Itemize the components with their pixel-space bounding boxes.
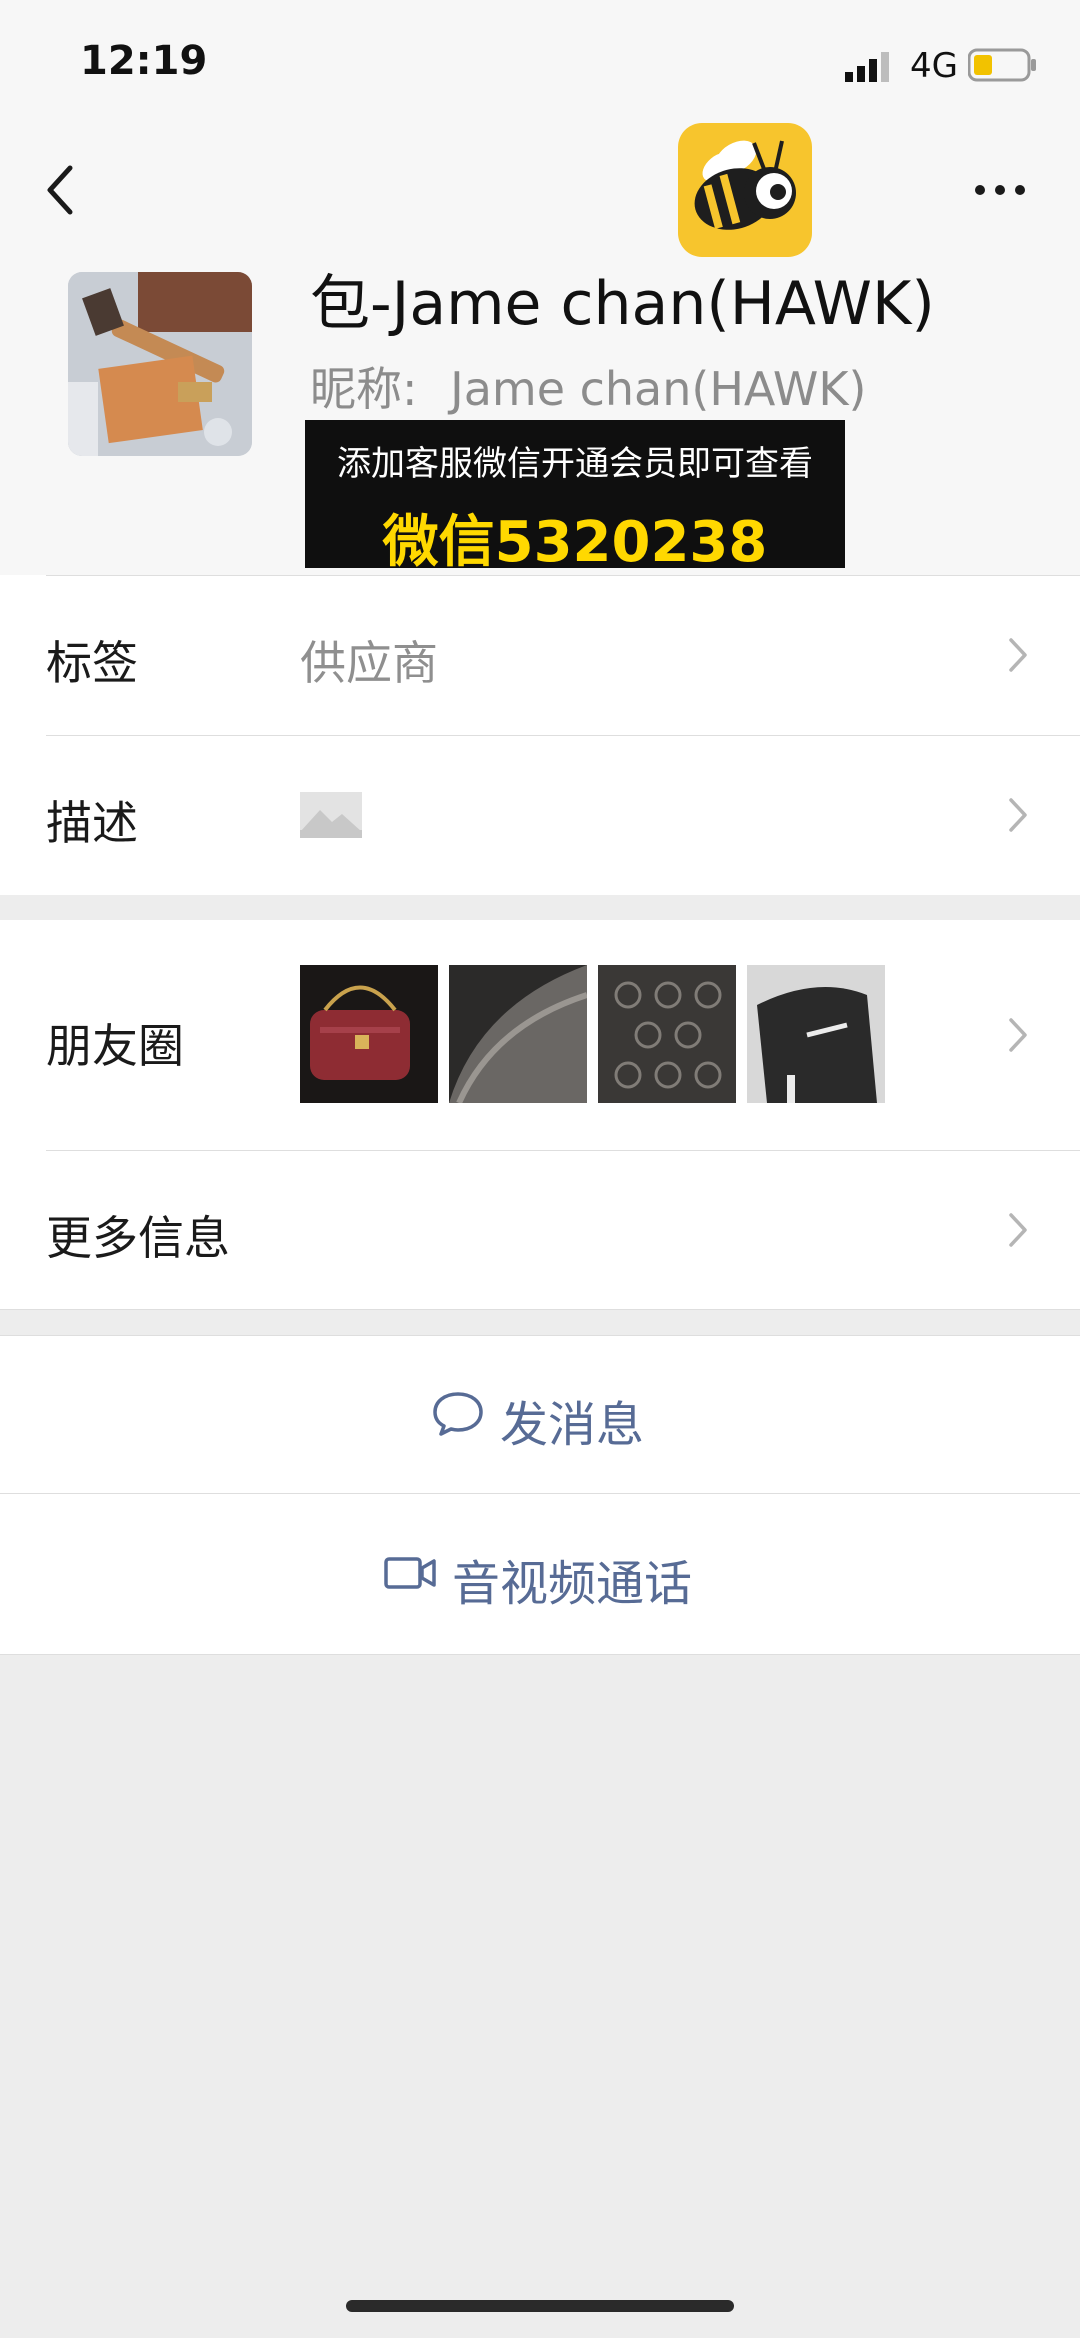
av-call-button[interactable]: 音视频通话 — [0, 1494, 1080, 1654]
tags-value: 供应商 — [300, 636, 438, 690]
battery-icon — [968, 48, 1036, 82]
moments-thumb-4 — [747, 965, 885, 1103]
chevron-right-icon — [1009, 1018, 1027, 1052]
chat-bubble-icon — [433, 1392, 483, 1436]
signal-icon — [845, 52, 889, 82]
nickname-label: 昵称: — [310, 362, 418, 416]
network-type: 4G — [910, 46, 958, 86]
chevron-right-icon — [1009, 638, 1027, 672]
more-icon[interactable] — [972, 180, 1028, 200]
status-time: 12:19 — [80, 38, 208, 84]
tags-label: 标签 — [46, 636, 138, 690]
nickname-line: 昵称: Jame chan(HAWK) — [310, 353, 866, 419]
av-call-label: 音视频通话 — [452, 1556, 693, 1612]
info-card-1: 标签 供应商 描述 — [0, 575, 1080, 895]
home-indicator[interactable] — [346, 2300, 734, 2312]
row-moments[interactable]: 朋友圈 — [0, 920, 1080, 1150]
chevron-right-icon — [1009, 1213, 1027, 1247]
nickname-value: Jame chan(HAWK) — [450, 362, 867, 416]
send-message-label: 发消息 — [500, 1397, 645, 1453]
send-message-button[interactable]: 发消息 — [0, 1335, 1080, 1493]
moments-thumb-1 — [300, 965, 438, 1103]
moments-thumb-3 — [598, 965, 736, 1103]
info-card-2: 朋友圈 更多信息 — [0, 920, 1080, 1310]
video-camera-icon — [384, 1557, 436, 1589]
description-label: 描述 — [46, 796, 138, 850]
image-placeholder-icon — [300, 792, 362, 838]
moments-thumb-2 — [449, 965, 587, 1103]
promo-line1: 添加客服微信开通会员即可查看 — [337, 444, 813, 484]
more-info-label: 更多信息 — [46, 1211, 230, 1265]
contact-name: 包-Jame chan(HAWK) — [310, 269, 935, 339]
back-icon[interactable] — [40, 160, 80, 220]
promo-line2: 微信5320238 — [382, 510, 768, 575]
moments-label: 朋友圈 — [46, 1019, 184, 1073]
row-tags[interactable]: 标签 供应商 — [0, 575, 1080, 735]
bee-logo — [678, 123, 812, 257]
avatar[interactable] — [68, 272, 252, 456]
chevron-right-icon — [1009, 798, 1027, 832]
row-more-info[interactable]: 更多信息 — [0, 1150, 1080, 1310]
row-description[interactable]: 描述 — [0, 735, 1080, 895]
promo-banner: 添加客服微信开通会员即可查看 微信5320238 — [305, 420, 845, 575]
